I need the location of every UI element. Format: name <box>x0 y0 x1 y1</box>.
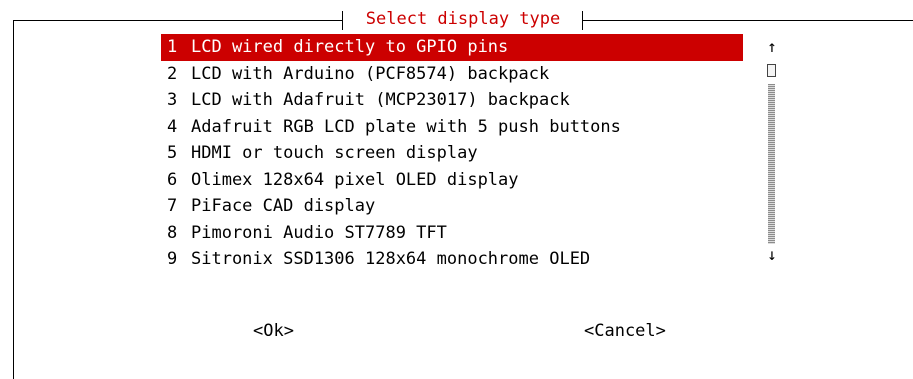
menu-item-label: PiFace CAD display <box>191 196 376 216</box>
menu-item-lcd-adafruit[interactable]: 3 LCD with Adafruit (MCP23017) backpack <box>161 87 743 114</box>
menu-item-number: 6 <box>167 169 178 190</box>
scroll-down-arrow-icon[interactable]: ↓ <box>765 244 779 266</box>
menu-item-piface-cad[interactable]: 7 PiFace CAD display <box>161 193 743 220</box>
menu-item-pimoroni-tft[interactable]: 8 Pimoroni Audio ST7789 TFT <box>161 220 743 247</box>
menu-item-label: LCD with Arduino (PCF8574) backpack <box>191 63 550 84</box>
scrollbar-thumb[interactable] <box>767 64 776 77</box>
menu-item-number: 8 <box>167 222 178 243</box>
menu-item-number: 1 <box>167 37 178 57</box>
title-bracket-left <box>342 11 343 30</box>
menu-item-number: 2 <box>167 63 178 84</box>
menu-item-number: 5 <box>167 143 178 163</box>
menu-item-adafruit-rgb-plate[interactable]: 4 Adafruit RGB LCD plate with 5 push butt… <box>161 114 743 141</box>
dialog-border-left <box>13 20 14 379</box>
dialog-border-top-right <box>582 20 913 21</box>
menu-item-label: LCD wired directly to GPIO pins <box>191 37 509 57</box>
dialog-title: Select display type <box>365 9 561 29</box>
dialog-border-top-left <box>13 20 343 21</box>
scrollbar-track[interactable] <box>768 84 775 244</box>
ok-button[interactable]: <Ok> <box>253 318 294 344</box>
menu-item-number: 9 <box>167 249 178 269</box>
menu-item-label: LCD with Adafruit (MCP23017) backpack <box>191 90 570 110</box>
menu-item-label: Adafruit RGB LCD plate with 5 push butto… <box>191 116 621 137</box>
menu-item-number: 3 <box>167 90 178 110</box>
menu-item-lcd-gpio[interactable]: 1 LCD wired directly to GPIO pins <box>161 34 743 61</box>
cancel-button[interactable]: <Cancel> <box>584 318 666 344</box>
menu-item-sitronix-oled[interactable]: 9 Sitronix SSD1306 128x64 monochrome OLED <box>161 246 743 273</box>
scroll-up-arrow-icon[interactable]: ↑ <box>765 36 779 58</box>
menu-item-number: 4 <box>167 116 178 137</box>
menu-item-lcd-arduino[interactable]: 2 LCD with Arduino (PCF8574) backpack <box>161 61 743 88</box>
menu-item-number: 7 <box>167 196 178 216</box>
menu-item-label: Olimex 128x64 pixel OLED display <box>191 169 519 190</box>
menu-item-label: Sitronix SSD1306 128x64 monochrome OLED <box>191 249 591 269</box>
menu-item-label: HDMI or touch screen display <box>191 143 478 163</box>
title-bracket-right <box>582 11 583 30</box>
menu-item-olimex-oled[interactable]: 6 Olimex 128x64 pixel OLED display <box>161 167 743 194</box>
display-type-menu: 1 LCD wired directly to GPIO pins 2 LCD wi… <box>161 34 743 273</box>
menu-item-label: Pimoroni Audio ST7789 TFT <box>191 222 447 243</box>
menu-item-hdmi-touch[interactable]: 5 HDMI or touch screen display <box>161 140 743 167</box>
